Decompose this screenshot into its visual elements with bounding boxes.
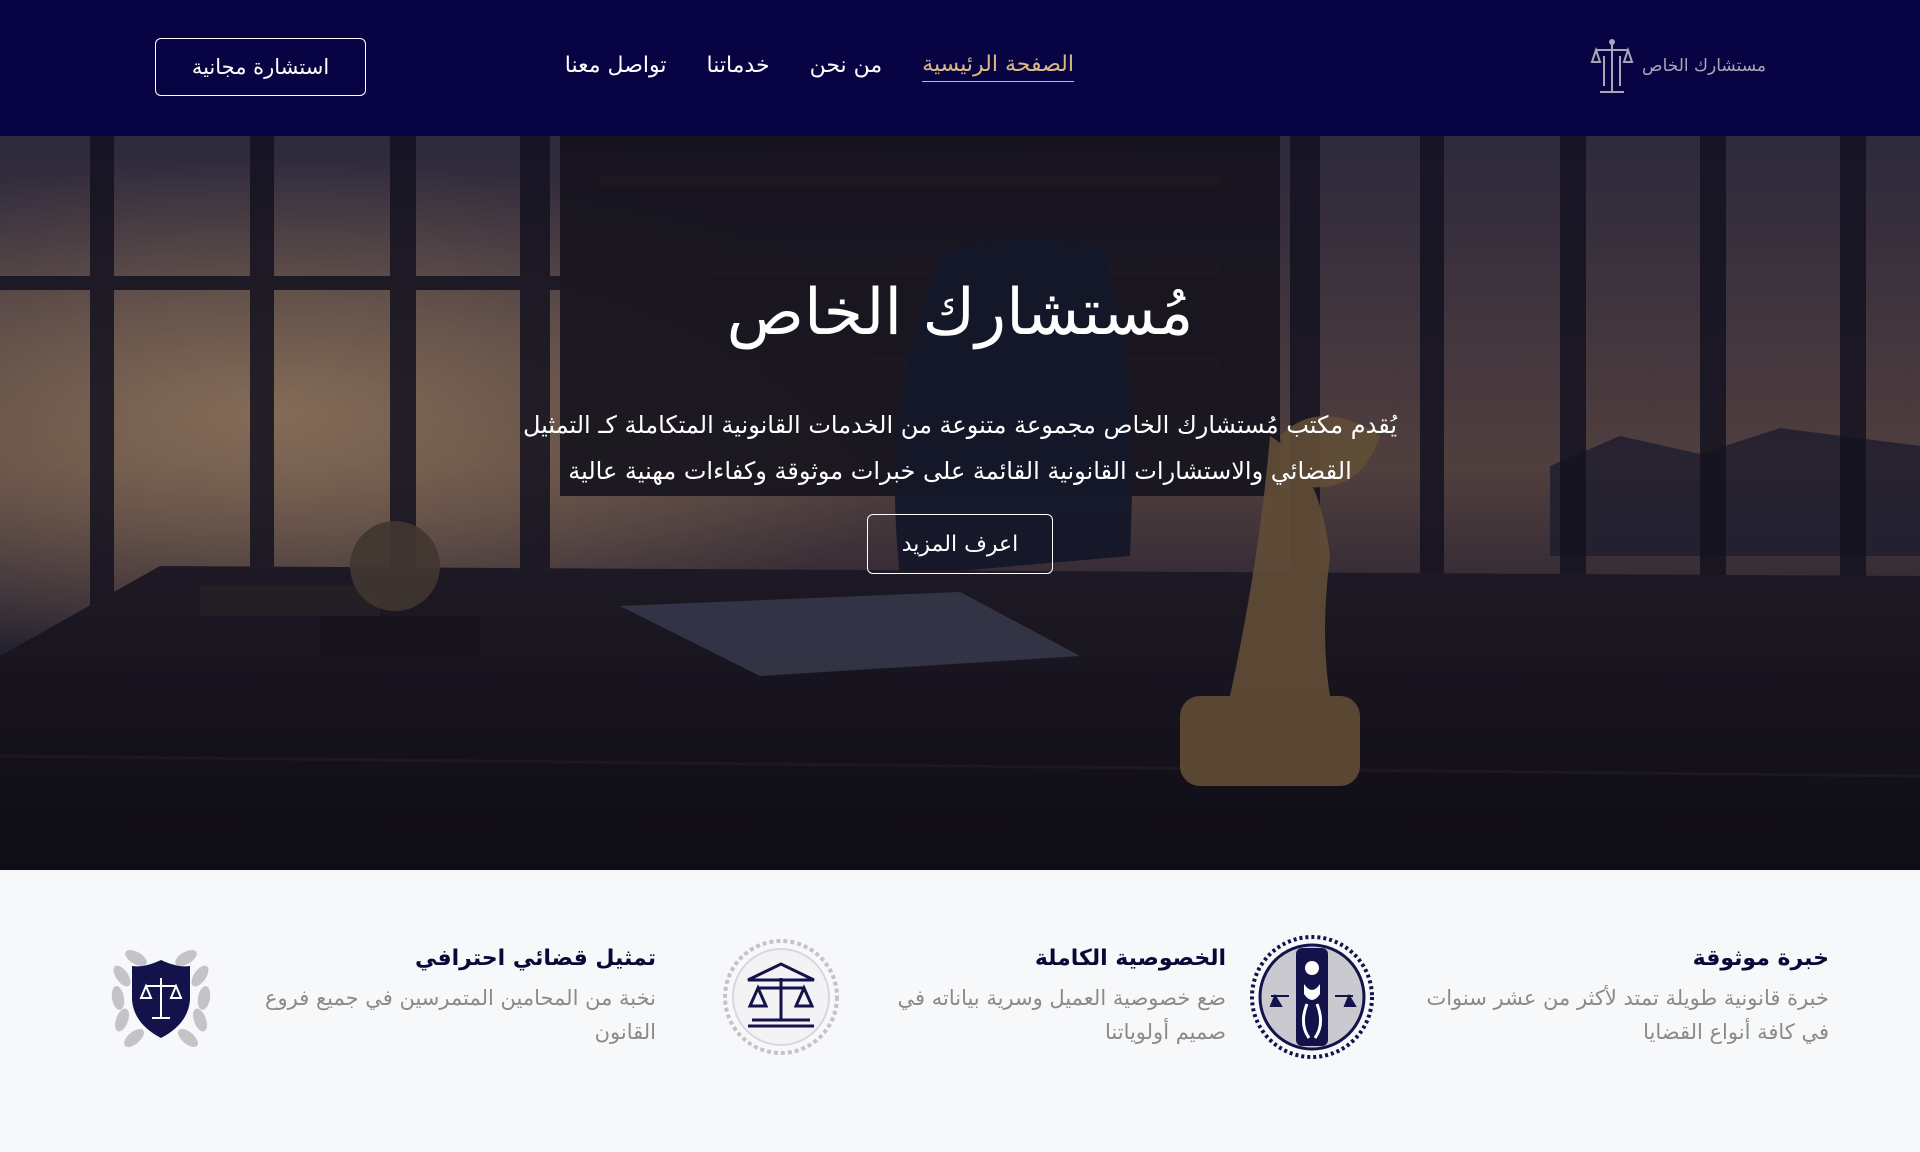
hero-description: يُقدم مكتب مُستشارك الخاص مجموعة متنوعة … bbox=[460, 402, 1460, 494]
feature-description: نخبة من المحامين المتمرسين في جميع فروع … bbox=[246, 981, 656, 1049]
feature-description-line-2: صميم أولوياتنا bbox=[1104, 1020, 1226, 1044]
logo[interactable]: مستشارك الخاص bbox=[1590, 38, 1766, 94]
feature-description: خبرة قانونية طويلة تمتد لأكثر من عشر سنو… bbox=[1397, 981, 1829, 1049]
site-header: مستشارك الخاص الصفحة الرئيسية من نحن خدم… bbox=[0, 0, 1920, 136]
feature-body: الخصوصية الكاملة ضع خصوصية العميل وسرية … bbox=[866, 944, 1227, 1049]
hero-section: مُستشارك الخاص يُقدم مكتب مُستشارك الخاص… bbox=[0, 136, 1920, 870]
feature-description-line-1: ضع خصوصية العميل وسرية بياناته في bbox=[897, 986, 1227, 1010]
feature-description-line-1: خبرة قانونية طويلة تمتد لأكثر من عشر سنو… bbox=[1426, 986, 1829, 1010]
shield-scales-laurel-icon bbox=[98, 934, 224, 1060]
feature-body: خبرة موثوقة خبرة قانونية طويلة تمتد لأكث… bbox=[1397, 944, 1829, 1049]
learn-more-button[interactable]: اعرف المزيد bbox=[867, 514, 1053, 574]
features-section: خبرة موثوقة خبرة قانونية طويلة تمتد لأكث… bbox=[0, 870, 1920, 1152]
justice-figure-emblem-icon bbox=[1249, 934, 1375, 1060]
hero-description-line-2: القضائي والاستشارات القانونية القائمة عل… bbox=[568, 457, 1352, 485]
nav-about[interactable]: من نحن bbox=[810, 53, 883, 82]
hero-description-line-1: يُقدم مكتب مُستشارك الخاص مجموعة متنوعة … bbox=[522, 411, 1398, 439]
feature-trusted-experience: خبرة موثوقة خبرة قانونية طويلة تمتد لأكث… bbox=[1249, 935, 1829, 1060]
free-consultation-button[interactable]: استشارة مجانية bbox=[155, 38, 366, 96]
scales-building-emblem-icon bbox=[718, 934, 844, 1060]
feature-description-line-2: في كافة أنواع القضايا bbox=[1643, 1020, 1829, 1044]
nav-contact[interactable]: تواصل معنا bbox=[565, 53, 667, 82]
nav-home[interactable]: الصفحة الرئيسية bbox=[922, 52, 1074, 82]
feature-title: تمثيل قضائي احترافي bbox=[414, 946, 656, 971]
feature-professional-representation: تمثيل قضائي احترافي نخبة من المحامين الم… bbox=[98, 944, 656, 1060]
scales-pillar-icon bbox=[1590, 38, 1634, 94]
feature-title: الخصوصية الكاملة bbox=[1034, 946, 1226, 971]
feature-body: تمثيل قضائي احترافي نخبة من المحامين الم… bbox=[246, 944, 656, 1049]
hero-background-image bbox=[0, 136, 1920, 870]
feature-description-line-1: نخبة من المحامين المتمرسين في جميع فروع bbox=[264, 986, 656, 1010]
feature-description: ضع خصوصية العميل وسرية بياناته في صميم أ… bbox=[866, 981, 1227, 1049]
main-nav: الصفحة الرئيسية من نحن خدماتنا تواصل معن… bbox=[565, 52, 1074, 82]
feature-title: خبرة موثوقة bbox=[1692, 946, 1829, 971]
feature-description-line-2: القانون bbox=[594, 1020, 656, 1044]
hero-title: مُستشارك الخاص bbox=[726, 276, 1194, 350]
nav-services[interactable]: خدماتنا bbox=[706, 53, 769, 82]
feature-full-privacy: الخصوصية الكاملة ضع خصوصية العميل وسرية … bbox=[718, 939, 1227, 1060]
logo-text: مستشارك الخاص bbox=[1642, 56, 1766, 76]
